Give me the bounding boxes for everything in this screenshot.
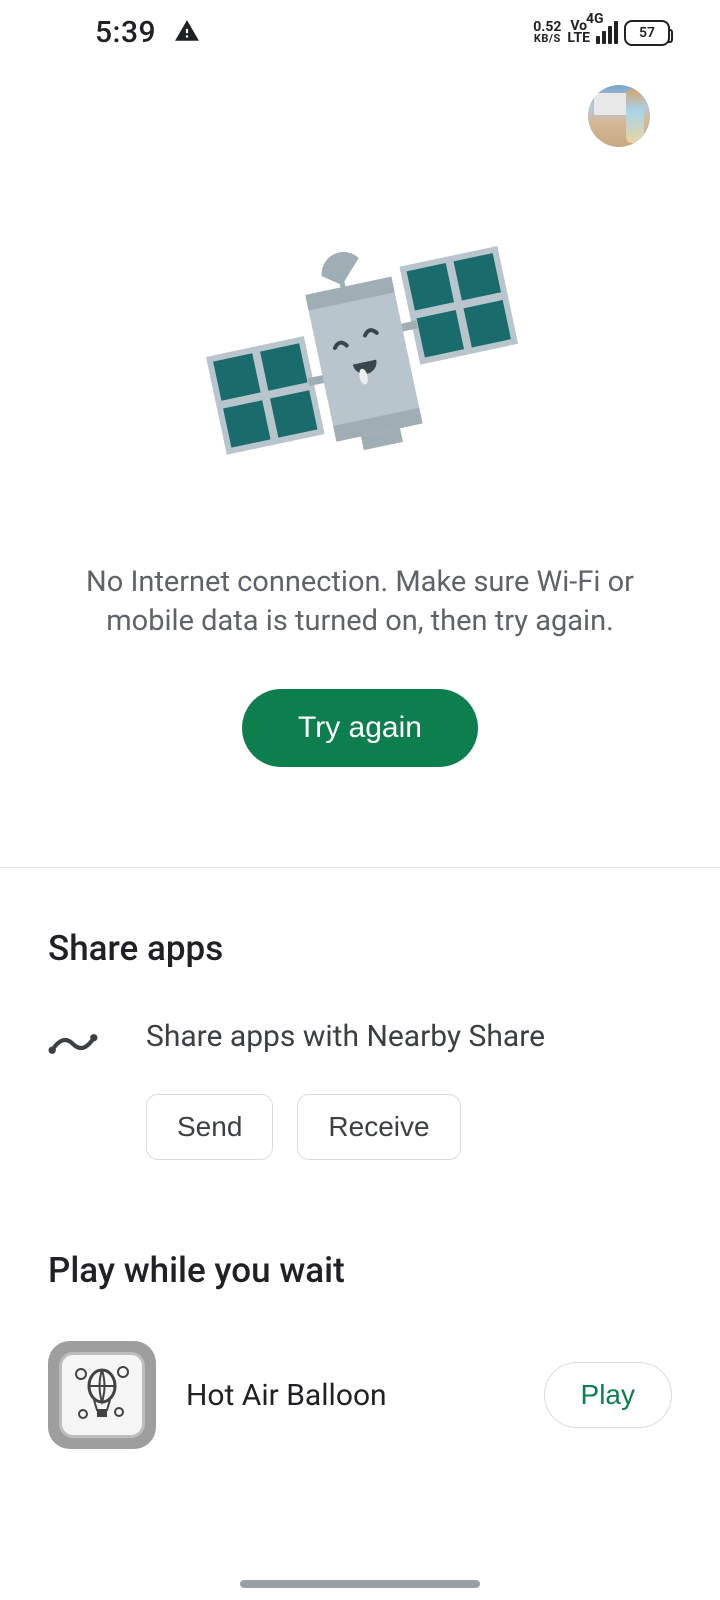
receive-button[interactable]: Receive <box>297 1094 460 1160</box>
signal-label: 4G <box>586 11 604 27</box>
battery-level: 57 <box>639 25 655 41</box>
profile-avatar[interactable] <box>588 85 650 147</box>
error-section: No Internet connection. Make sure Wi-Fi … <box>0 175 720 847</box>
status-bar: 5:39 0.52 KB/S Vo LTE 4G 57 <box>0 0 720 65</box>
nearby-share-icon <box>48 1019 98 1069</box>
app-header <box>0 65 720 175</box>
network-speed: 0.52 KB/S <box>533 21 561 43</box>
status-time: 5:39 <box>95 15 156 50</box>
play-while-wait-section: Play while you wait Hot Air Balloon Play <box>0 1200 720 1489</box>
send-button[interactable]: Send <box>146 1094 273 1160</box>
status-left: 5:39 <box>95 15 200 50</box>
net-speed-unit: KB/S <box>534 34 561 44</box>
signal-indicator: 4G <box>596 21 618 44</box>
game-icon <box>48 1341 156 1449</box>
play-button[interactable]: Play <box>544 1362 672 1428</box>
share-apps-subtitle: Share apps with Nearby Share <box>146 1019 672 1054</box>
warning-icon <box>174 18 200 48</box>
navigation-handle[interactable] <box>240 1580 480 1588</box>
status-right: 0.52 KB/S Vo LTE 4G 57 <box>533 20 670 46</box>
game-row[interactable]: Hot Air Balloon Play <box>48 1341 672 1449</box>
battery-indicator: 57 <box>624 20 670 46</box>
error-message: No Internet connection. Make sure Wi-Fi … <box>60 563 660 641</box>
satellite-illustration <box>170 205 550 515</box>
play-while-wait-title: Play while you wait <box>48 1250 672 1291</box>
share-apps-title: Share apps <box>48 928 672 969</box>
try-again-button[interactable]: Try again <box>242 689 478 767</box>
game-name: Hot Air Balloon <box>186 1378 514 1413</box>
share-apps-section: Share apps Share apps with Nearby Share … <box>0 868 720 1200</box>
